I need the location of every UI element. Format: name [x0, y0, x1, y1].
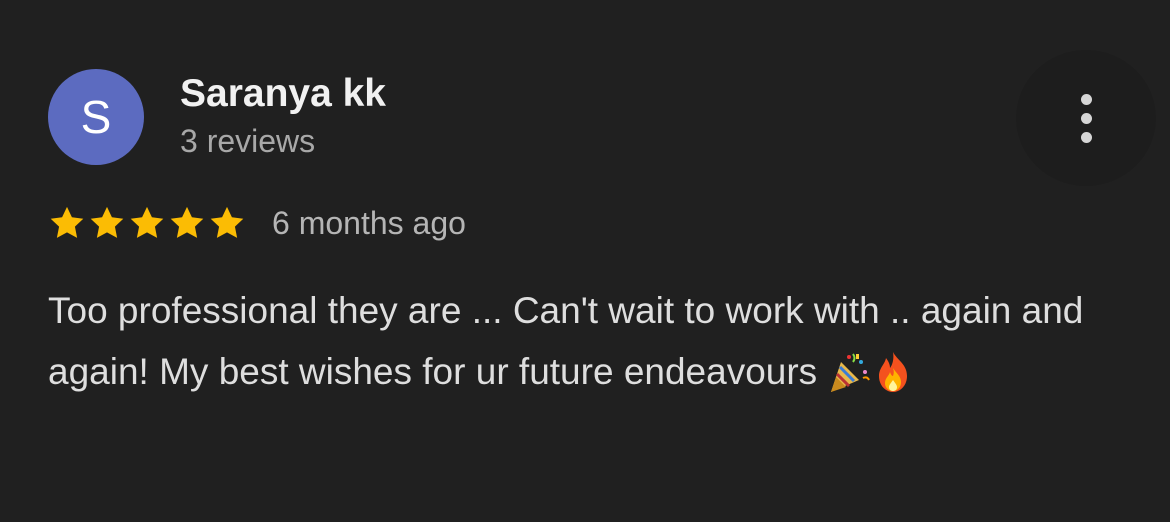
star-icon — [210, 206, 244, 238]
reviewer-name[interactable]: Saranya kk — [180, 70, 386, 118]
star-icon — [50, 206, 84, 238]
star-icon — [130, 206, 164, 238]
more-vertical-icon — [1080, 93, 1092, 143]
review-date: 6 months ago — [272, 205, 466, 241]
review-body: Too professional they are ... Can't wait… — [48, 280, 1098, 402]
star-rating — [48, 204, 246, 242]
avatar-initial: S — [80, 91, 112, 143]
fire-icon — [879, 352, 908, 392]
star-icon — [90, 206, 124, 238]
review-card: S Saranya kk 3 reviews 6 months ago Too … — [0, 0, 1170, 522]
party-popper-icon — [831, 353, 871, 392]
rating-row: 6 months ago — [48, 201, 466, 245]
review-text: Too professional they are ... Can't wait… — [48, 290, 1084, 392]
avatar[interactable]: S — [48, 69, 144, 165]
reviewer-review-count: 3 reviews — [180, 123, 316, 159]
more-options-button[interactable] — [1016, 50, 1156, 186]
star-icon — [170, 206, 204, 238]
